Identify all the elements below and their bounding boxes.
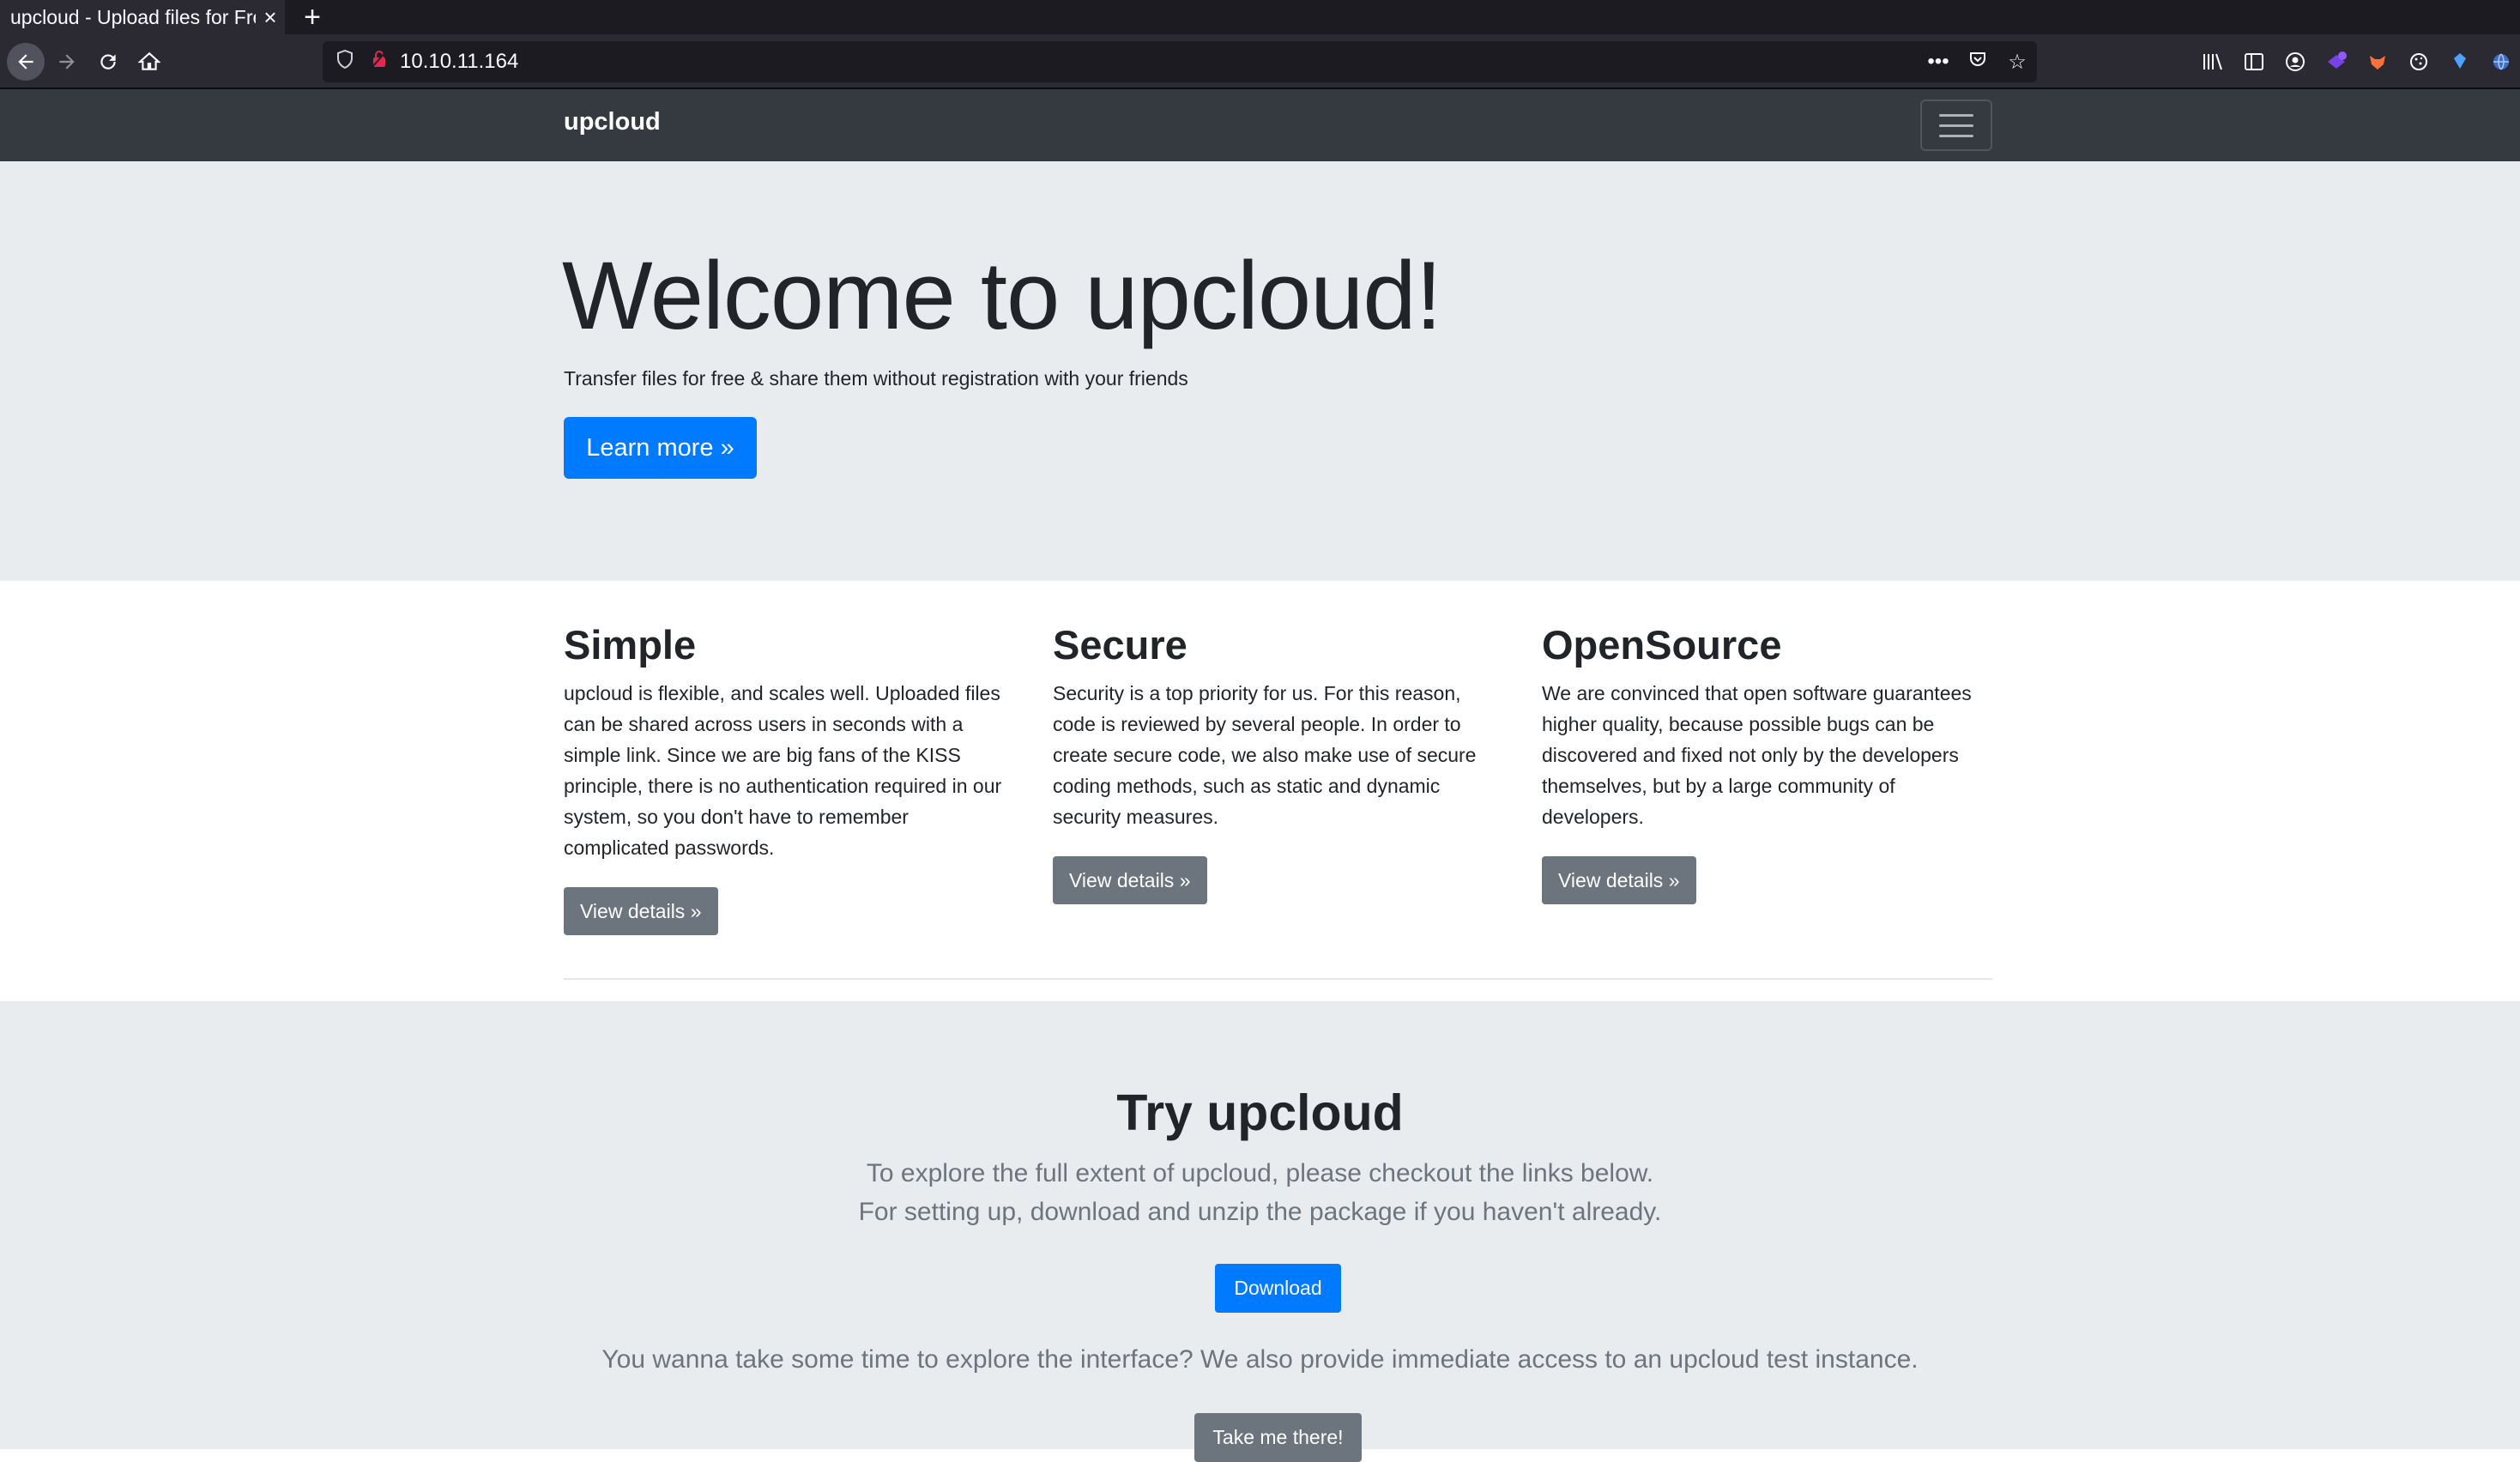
bookmark-star-icon[interactable]: ☆ [1997, 50, 2037, 75]
tab-title: upcloud - Upload files for Free! [10, 5, 256, 28]
toggler-line [1939, 134, 1973, 137]
view-details-button[interactable]: View details » [564, 887, 718, 936]
download-button[interactable]: Download [1215, 1264, 1341, 1313]
feature-text: upcloud is flexible, and scales well. Up… [564, 682, 1002, 860]
feature-text: Security is a top priority for us. For t… [1053, 682, 1477, 829]
library-icon[interactable] [2193, 43, 2233, 81]
toggler-line [1939, 113, 1973, 117]
feature-simple: Simple upcloud is flexible, and scales w… [564, 621, 1018, 936]
forward-arrow-icon[interactable] [48, 43, 86, 81]
try-heading: Try upcloud [1116, 1084, 1404, 1141]
divider [564, 978, 1992, 980]
extension-fox-icon[interactable] [2358, 43, 2397, 81]
pocket-icon[interactable] [1958, 50, 1997, 75]
insecure-lock-icon[interactable] [362, 50, 396, 74]
navbar-brand[interactable]: upcloud [564, 108, 661, 136]
address-bar[interactable]: 10.10.11.164 ••• ☆ [323, 41, 2037, 82]
feature-title: Simple [564, 622, 697, 668]
sidebar-icon[interactable] [2234, 43, 2274, 81]
shield-icon[interactable] [328, 49, 362, 74]
browser-tab[interactable]: upcloud - Upload files for Free! × [0, 0, 285, 34]
try-section: Try upcloud To explore the full extent o… [0, 1001, 2520, 1462]
try-lead-line-1: To explore the full extent of upcloud, p… [866, 1159, 1654, 1187]
close-tab-icon[interactable]: × [256, 4, 285, 31]
home-icon[interactable] [130, 43, 168, 81]
extension-purple-icon[interactable] [2317, 43, 2356, 81]
extension-toolbar [2193, 43, 2520, 81]
gem-extension-icon[interactable] [2440, 43, 2480, 81]
browser-toolbar: 10.10.11.164 ••• ☆ [0, 34, 2520, 89]
feature-text: We are convinced that open software guar… [1542, 682, 1972, 829]
url-text[interactable]: 10.10.11.164 [396, 50, 1919, 74]
account-icon[interactable] [2275, 43, 2315, 81]
feature-opensource: OpenSource We are convinced that open so… [1542, 621, 1997, 905]
cookie-icon[interactable] [2399, 43, 2438, 81]
welcome-heading: Welcome to upcloud! [562, 242, 1442, 349]
globe-extension-icon[interactable] [2481, 43, 2520, 81]
try-lead-line-2: For setting up, download and unzip the p… [858, 1198, 1662, 1226]
site-navbar: upcloud [0, 89, 2520, 161]
jumbotron: Welcome to upcloud! Transfer files for f… [0, 161, 2520, 581]
page-actions-icon[interactable]: ••• [1919, 50, 1958, 74]
feature-title: Secure [1053, 622, 1187, 668]
view-details-button[interactable]: View details » [1053, 856, 1207, 905]
welcome-subtitle: Transfer files for free & share them wit… [564, 367, 1188, 390]
reload-icon[interactable] [89, 43, 127, 81]
feature-secure: Secure Security is a top priority for us… [1053, 621, 1508, 905]
navbar-toggler-icon[interactable] [1920, 100, 1992, 151]
toggler-line [1939, 124, 1973, 127]
take-me-there-button[interactable]: Take me there! [1194, 1413, 1362, 1462]
view-details-button[interactable]: View details » [1542, 856, 1696, 905]
back-arrow-icon[interactable] [7, 43, 45, 81]
new-tab-button[interactable]: + [295, 0, 329, 34]
browser-tab-bar: upcloud - Upload files for Free! × + [0, 0, 2520, 34]
try-lead-line-3: You wanna take some time to explore the … [601, 1345, 1919, 1374]
learn-more-button[interactable]: Learn more » [564, 417, 757, 479]
feature-title: OpenSource [1542, 622, 1782, 668]
